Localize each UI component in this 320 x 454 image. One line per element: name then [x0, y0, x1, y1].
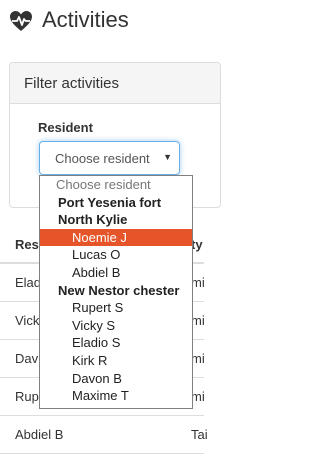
- dropdown-optgroup: New Nestor chester: [58, 282, 180, 298]
- page-title: Activities: [42, 7, 129, 32]
- resident-label: Resident: [38, 120, 93, 135]
- resident-select-value: Choose resident: [55, 151, 150, 166]
- dropdown-option-placeholder[interactable]: Choose resident: [40, 176, 192, 194]
- dropdown-option[interactable]: Vicky S: [40, 317, 192, 335]
- table-row[interactable]: Abdiel B Tai: [0, 416, 208, 454]
- dropdown-option[interactable]: Abdiel B: [40, 264, 192, 282]
- dropdown-option[interactable]: Maxime T: [40, 387, 192, 405]
- dropdown-optgroup: North Kylie: [58, 212, 128, 228]
- dropdown-option[interactable]: Noemie J: [40, 228, 192, 247]
- table-cell-activity: mi: [191, 351, 205, 366]
- table-cell-activity: Tai: [191, 427, 208, 442]
- resident-select[interactable]: Choose resident ▼: [39, 141, 180, 175]
- table-cell-resident: Rup: [15, 389, 39, 404]
- table-cell-resident: Dav: [15, 351, 39, 366]
- dropdown-option[interactable]: Lucas O: [40, 246, 192, 264]
- filter-panel-title: Filter activities: [24, 75, 120, 92]
- table-cell-activity: mi: [191, 275, 205, 290]
- heartbeat-icon: [10, 11, 32, 31]
- table-cell-activity: mi: [191, 389, 205, 404]
- table-cell-resident: Elad: [15, 275, 42, 290]
- table-cell-activity: mi: [191, 313, 205, 328]
- page-header: Activities: [0, 0, 204, 44]
- dropdown-option[interactable]: Davon B: [40, 370, 192, 388]
- table-cell-resident: Vick: [15, 313, 40, 328]
- dropdown-option[interactable]: Kirk R: [40, 352, 192, 370]
- dropdown-optgroup: Port Yesenia fort: [58, 194, 162, 210]
- dropdown-option[interactable]: Eladio S: [40, 334, 192, 352]
- filter-panel-heading: Filter activities: [10, 63, 220, 104]
- dropdown-option[interactable]: Rupert S: [40, 299, 192, 317]
- resident-dropdown-list[interactable]: Choose resident Port Yesenia fort North …: [39, 175, 193, 409]
- table-cell-resident: Abdiel B: [15, 427, 64, 442]
- chevron-down-icon: ▼: [163, 152, 172, 162]
